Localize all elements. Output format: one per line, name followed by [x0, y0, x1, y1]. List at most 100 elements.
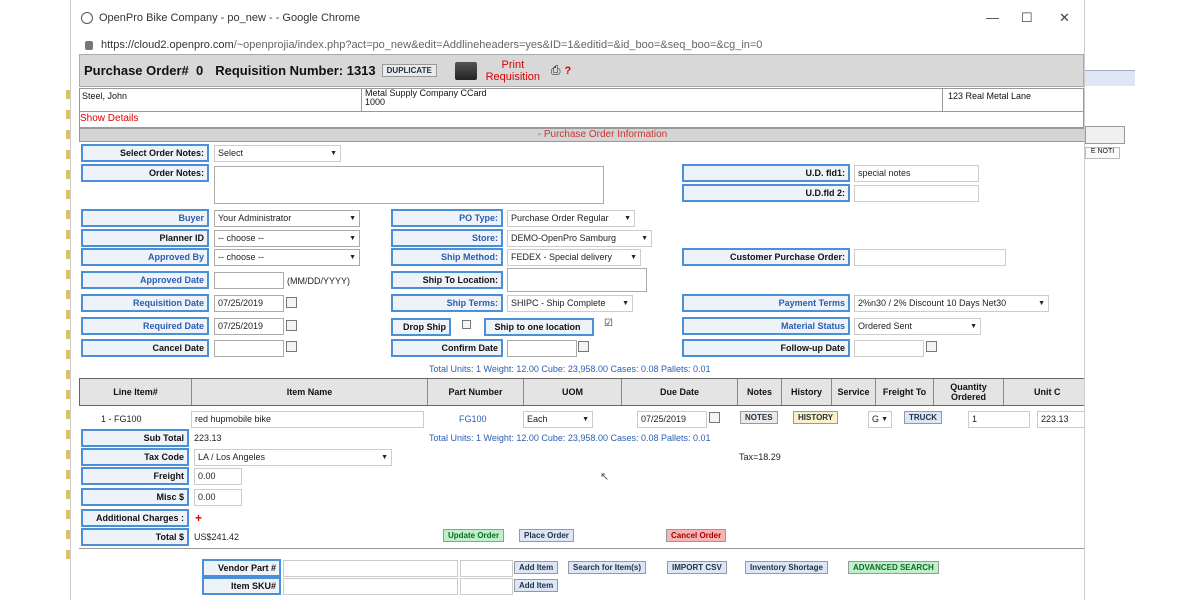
vendor-company: Metal Supply Company CCard 1000 [363, 89, 943, 111]
show-details-link[interactable]: Show Details [80, 113, 138, 124]
quantity-input[interactable]: 1 [968, 411, 1030, 428]
confirm-date-input[interactable] [507, 340, 577, 357]
col-due-date: Due Date [622, 379, 738, 405]
order-notes-textarea[interactable] [214, 166, 604, 204]
due-date-input[interactable]: 07/25/2019 [637, 411, 707, 428]
followup-date-input[interactable] [854, 340, 924, 357]
ud-fld2-label: U.D.fld 2: [682, 184, 850, 202]
ship-method-dropdown[interactable]: FEDEX - Special delivery [507, 249, 641, 266]
item-name-input[interactable]: red hupmobile bike [191, 411, 424, 428]
calendar-icon[interactable] [926, 341, 937, 352]
help-icon[interactable]: ? [564, 65, 571, 77]
tax-value: Tax=18.29 [739, 452, 781, 462]
approved-date-input[interactable] [214, 272, 284, 289]
uom-dropdown[interactable]: Each [523, 411, 593, 428]
misc-label: Misc $ [81, 488, 189, 506]
required-date-input[interactable]: 07/25/2019 [214, 318, 284, 335]
store-dropdown[interactable]: DEMO-OpenPro Samburg [507, 230, 652, 247]
po-label-text: Purchase Order# [84, 63, 189, 78]
update-order-button[interactable]: Update Order [443, 529, 505, 542]
taxcode-dropdown[interactable]: LA / Los Angeles [194, 449, 392, 466]
ship-one-location-checkbox[interactable]: ☑ [604, 318, 613, 329]
col-freight-to: Freight To [876, 379, 934, 405]
payment-terms-label: Payment Terms [682, 294, 850, 312]
misc-input[interactable]: 0.00 [194, 489, 242, 506]
calendar-icon[interactable] [286, 297, 297, 308]
search-items-button[interactable]: Search for Item(s) [568, 561, 647, 574]
subtotal-value: 223.13 [194, 433, 222, 443]
payment-terms-dropdown[interactable]: 2%n30 / 2% Discount 10 Days Net30 [854, 295, 1049, 312]
lock-icon [85, 40, 93, 50]
mouse-cursor-icon: ↖ [600, 471, 610, 483]
po-type-dropdown[interactable]: Purchase Order Regular [507, 210, 635, 227]
calendar-icon[interactable] [286, 320, 297, 331]
maximize-icon[interactable]: ☐ [1021, 10, 1033, 26]
divider [79, 548, 1084, 549]
service-dropdown[interactable]: G [868, 411, 892, 428]
ship-to-location-input[interactable] [507, 268, 647, 292]
customer-po-input[interactable] [854, 249, 1006, 266]
cancel-date-input[interactable] [214, 340, 284, 357]
add-item-button[interactable]: Add Item [514, 561, 559, 574]
po-label: Purchase Order# 0 [84, 63, 203, 78]
approved-date-label: Approved Date [81, 271, 209, 289]
approved-by-dropdown[interactable]: -- choose -- [214, 249, 360, 266]
ud-fld2-input[interactable] [854, 185, 979, 202]
title-bar: OpenPro Bike Company - po_new - - Google… [71, 0, 1084, 36]
col-qty-ordered: Quantity Ordered [934, 379, 1004, 405]
material-status-dropdown[interactable]: Ordered Sent [854, 318, 981, 335]
close-icon[interactable]: ✕ [1059, 10, 1070, 26]
customer-po-label: Customer Purchase Order: [682, 248, 850, 266]
planner-id-label: Planner ID [81, 229, 209, 247]
vendor-part-input[interactable] [283, 560, 458, 577]
import-csv-button[interactable]: IMPORT CSV [667, 561, 727, 574]
ship-terms-dropdown[interactable]: SHIPC - Ship Complete [507, 295, 633, 312]
vendor-info: Steel, John Metal Supply Company CCard 10… [79, 88, 1084, 128]
material-status-label: Material Status [682, 317, 850, 335]
calendar-icon[interactable] [709, 412, 720, 423]
notes-button[interactable]: NOTES [740, 411, 778, 424]
calendar-icon[interactable] [578, 341, 589, 352]
confirm-date-label: Confirm Date [391, 339, 503, 357]
cancel-date-label: Cancel Date [81, 339, 209, 357]
item-sku-qty-input[interactable] [460, 578, 513, 595]
planner-id-dropdown[interactable]: -- choose -- [214, 230, 360, 247]
printer-icon[interactable] [454, 61, 477, 80]
background-bar [1085, 70, 1135, 86]
truck-button[interactable]: TRUCK [904, 411, 942, 424]
place-order-button[interactable]: Place Order [519, 529, 574, 542]
fax-icon[interactable]: ⎙ [551, 63, 561, 78]
add-item-sku-button[interactable]: Add Item [514, 579, 559, 592]
order-notes-label: Order Notes: [81, 164, 209, 182]
drop-ship-checkbox[interactable] [462, 320, 471, 329]
buyer-dropdown[interactable]: Your Administrator [214, 210, 360, 227]
advanced-search-button[interactable]: ADVANCED SEARCH [848, 561, 939, 574]
buyer-name: Steel, John [80, 89, 362, 111]
add-charge-plus-icon[interactable]: + [195, 511, 202, 525]
vendor-part-qty-input[interactable] [460, 560, 513, 577]
history-button[interactable]: HISTORY [793, 411, 839, 424]
po-header: Purchase Order# 0 Requisition Number: 13… [79, 54, 1084, 87]
select-order-notes-dropdown[interactable]: Select [214, 145, 341, 162]
req-number: 1313 [346, 63, 376, 78]
buyer-label: Buyer [81, 209, 209, 227]
unit-cost-input[interactable]: 223.13 [1037, 411, 1084, 428]
browser-window: OpenPro Bike Company - po_new - - Google… [70, 0, 1085, 600]
duplicate-button[interactable]: DUPLICATE [381, 64, 437, 77]
total-value: US$241.42 [194, 532, 240, 542]
window-title: OpenPro Bike Company - po_new - - Google… [99, 12, 361, 24]
freight-input[interactable]: 0.00 [194, 468, 242, 485]
address-bar[interactable]: https://cloud2.openpro.com/~openprojia/i… [71, 36, 1084, 54]
part-number-link[interactable]: FG100 [459, 414, 487, 424]
inventory-shortage-button[interactable]: Inventory Shortage [745, 561, 828, 574]
freight-label: Freight [81, 467, 189, 485]
notes-button-partial[interactable]: E NOTI [1085, 147, 1120, 159]
section-title: - Purchase Order Information [79, 128, 1084, 142]
minimize-icon[interactable]: — [986, 10, 999, 25]
print-requisition-link[interactable]: Print Requisition [483, 59, 543, 83]
calendar-icon[interactable] [286, 341, 297, 352]
item-sku-input[interactable] [283, 578, 458, 595]
cancel-order-button[interactable]: Cancel Order [666, 529, 727, 542]
requisition-date-input[interactable]: 07/25/2019 [214, 295, 284, 312]
ud-fld1-input[interactable]: special notes [854, 165, 979, 182]
